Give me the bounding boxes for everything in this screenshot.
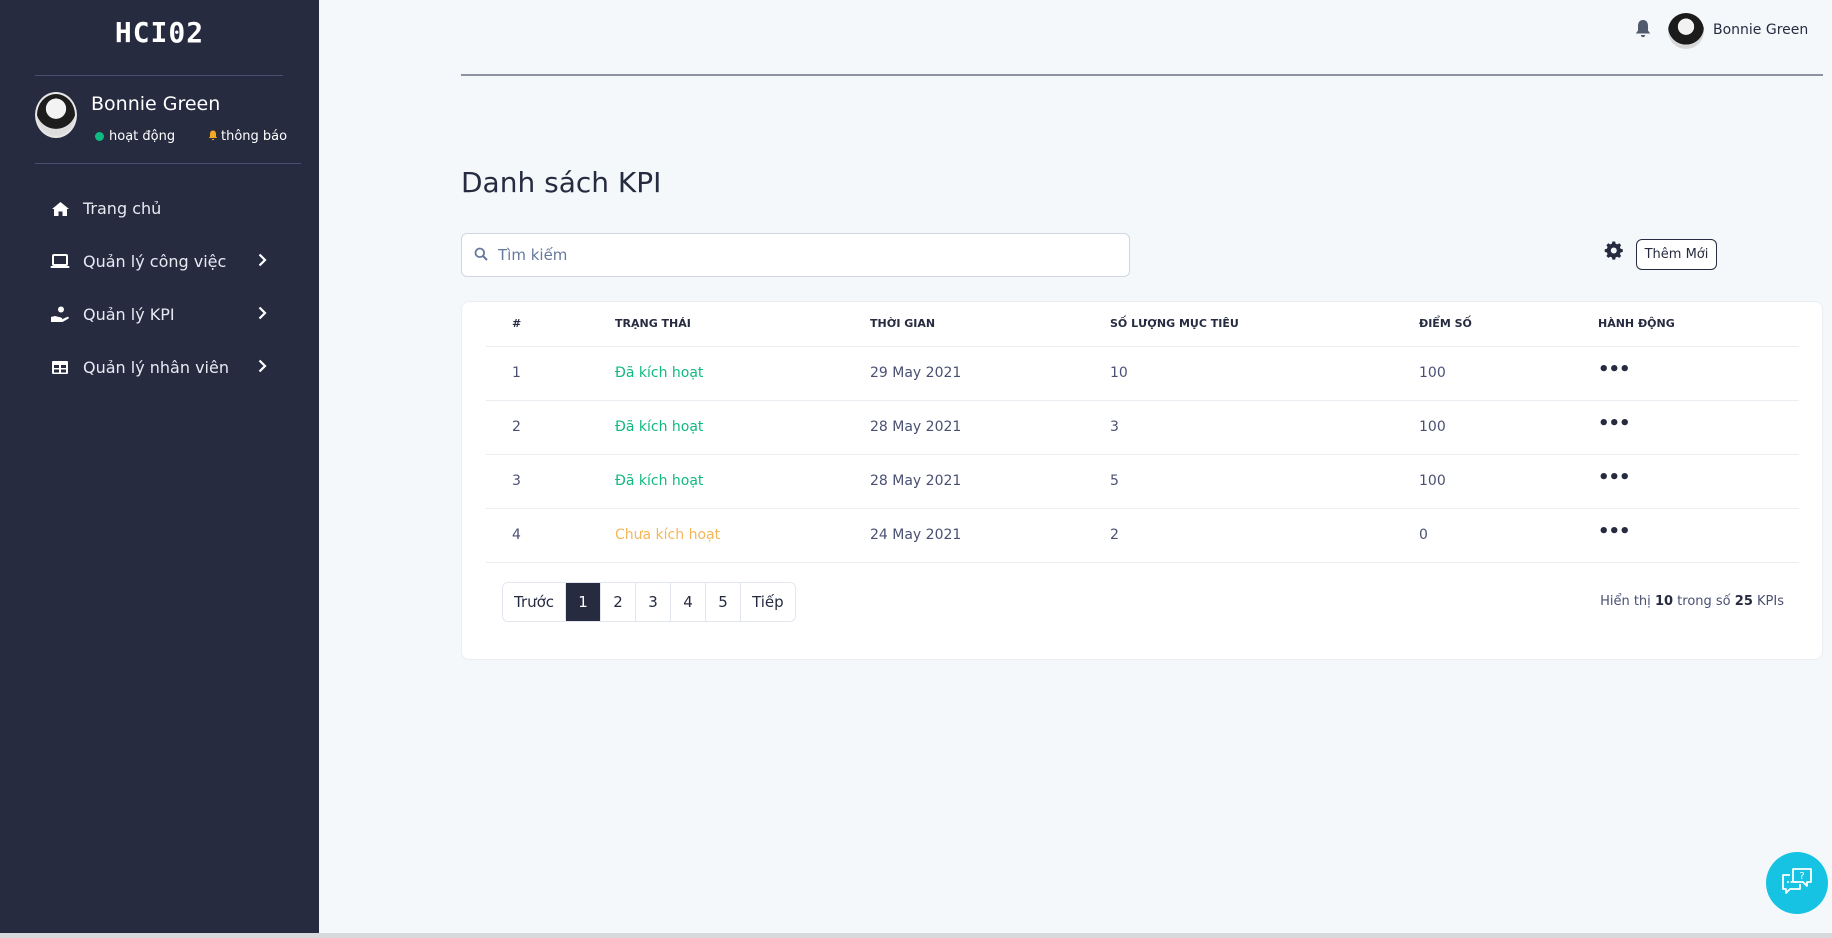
add-new-button[interactable]: Thêm Mới: [1636, 239, 1717, 270]
row-targets: 10: [1084, 346, 1393, 401]
sidebar-item-tasks[interactable]: Quản lý công việc: [0, 235, 319, 288]
table-header-row: # Trạng thái Thời gian Số lượng mục tiêu…: [486, 302, 1799, 347]
sidebar-divider: [35, 163, 301, 164]
table-row: 2 Đã kích hoạt 28 May 2021 3 100 •••: [486, 400, 1799, 455]
topbar-user-name[interactable]: Bonnie Green: [1713, 22, 1808, 38]
more-actions-icon[interactable]: •••: [1572, 400, 1799, 455]
status-text: Đã kích hoạt: [589, 400, 844, 455]
column-header: Số lượng mục tiêu: [1084, 302, 1393, 347]
row-time: 24 May 2021: [844, 508, 1084, 563]
sidebar-item-home[interactable]: Trang chủ: [0, 182, 319, 235]
row-score: 0: [1393, 508, 1572, 563]
pagination-page-button[interactable]: 3: [636, 583, 672, 621]
table-row: 1 Đã kích hoạt 29 May 2021 10 100 •••: [486, 346, 1799, 401]
status-notify[interactable]: thông báo: [208, 129, 287, 144]
sidebar-item-employees[interactable]: Quản lý nhân viên: [0, 341, 319, 394]
row-time: 28 May 2021: [844, 400, 1084, 455]
row-id: 4: [486, 508, 589, 563]
row-id: 3: [486, 454, 589, 509]
avatar[interactable]: [1668, 13, 1704, 49]
status-online-label: hoạt động: [109, 129, 176, 144]
row-score: 100: [1393, 346, 1572, 401]
row-targets: 5: [1084, 454, 1393, 509]
pagination: Trước 1 2 3 4 5 Tiếp: [502, 582, 796, 622]
bell-icon: [208, 130, 218, 144]
sidebar-divider: [35, 75, 283, 76]
summary-suffix: KPIs: [1757, 594, 1784, 609]
page-title: Danh sách KPI: [461, 166, 662, 199]
kpi-table-card: # Trạng thái Thời gian Số lượng mục tiêu…: [461, 301, 1823, 660]
column-header: Thời gian: [844, 302, 1084, 347]
column-header: Điểm số: [1393, 302, 1572, 347]
more-actions-icon[interactable]: •••: [1572, 508, 1799, 563]
status-notify-label: thông báo: [221, 129, 288, 144]
status-text: Chưa kích hoạt: [589, 508, 844, 563]
column-header: #: [486, 302, 589, 347]
pagination-next-button[interactable]: Tiếp: [741, 583, 795, 621]
summary-prefix: Hiển thị: [1600, 594, 1651, 609]
status-text: Đã kích hoạt: [589, 454, 844, 509]
sidebar-item-label: Quản lý KPI: [83, 305, 175, 324]
row-id: 1: [486, 346, 589, 401]
status-text: Đã kích hoạt: [589, 346, 844, 401]
brand-logo[interactable]: HCI02: [0, 16, 319, 49]
online-dot-icon: [95, 132, 104, 141]
sidebar-item-label: Quản lý công việc: [83, 252, 227, 271]
hand-coin-icon: [49, 306, 71, 323]
summary-total: 25: [1734, 594, 1753, 609]
summary-shown: 10: [1654, 594, 1674, 609]
table-row: 3 Đã kích hoạt 28 May 2021 5 100 •••: [486, 454, 1799, 509]
row-score: 100: [1393, 454, 1572, 509]
row-time: 29 May 2021: [844, 346, 1084, 401]
laptop-icon: [49, 254, 71, 269]
pagination-page-button[interactable]: 5: [706, 583, 742, 621]
window-bottom-edge: [0, 933, 1832, 938]
summary-middle: trong số: [1677, 594, 1731, 609]
search-input[interactable]: [498, 246, 1098, 264]
row-id: 2: [486, 400, 589, 455]
table-row: 4 Chưa kích hoạt 24 May 2021 2 0 •••: [486, 508, 1799, 563]
avatar[interactable]: [35, 92, 77, 138]
svg-text:?: ?: [1799, 871, 1804, 882]
sidebar-item-label: Trang chủ: [83, 199, 162, 218]
sidebar-item-label: Quản lý nhân viên: [83, 358, 229, 377]
pagination-prev-button[interactable]: Trước: [503, 583, 567, 621]
kpi-table: # Trạng thái Thời gian Số lượng mục tiêu…: [486, 302, 1799, 563]
row-time: 28 May 2021: [844, 454, 1084, 509]
table-icon: [49, 360, 71, 375]
gear-icon[interactable]: [1604, 241, 1624, 265]
more-actions-icon[interactable]: •••: [1572, 454, 1799, 509]
chat-help-icon: ?: [1780, 865, 1814, 901]
home-icon: [49, 201, 71, 217]
pagination-page-button[interactable]: 4: [671, 583, 707, 621]
chat-help-button[interactable]: ?: [1766, 852, 1828, 914]
sidebar-nav: Trang chủ Quản lý công việc Quản lý KPI: [0, 182, 319, 394]
pagination-page-button[interactable]: 2: [601, 583, 637, 621]
row-targets: 2: [1084, 508, 1393, 563]
search-icon: [474, 246, 488, 265]
more-actions-icon[interactable]: •••: [1572, 346, 1799, 401]
notification-bell-icon[interactable]: [1634, 19, 1652, 43]
row-targets: 3: [1084, 400, 1393, 455]
chevron-right-icon: [258, 305, 267, 324]
chevron-right-icon: [258, 358, 267, 377]
row-score: 100: [1393, 400, 1572, 455]
profile-name: Bonnie Green: [91, 93, 221, 115]
sidebar: HCI02 Bonnie Green hoạt động thông báo T…: [0, 0, 319, 933]
results-summary: Hiển thị 10 trong số 25 KPIs: [1600, 594, 1784, 609]
chevron-right-icon: [258, 252, 267, 271]
column-header: Trạng thái: [589, 302, 844, 347]
column-header: Hành động: [1572, 302, 1799, 347]
header-divider: [461, 74, 1823, 76]
status-online: hoạt động: [95, 129, 175, 144]
sidebar-item-kpi[interactable]: Quản lý KPI: [0, 288, 319, 341]
search-box[interactable]: [461, 233, 1130, 277]
pagination-page-button[interactable]: 1: [566, 583, 602, 621]
